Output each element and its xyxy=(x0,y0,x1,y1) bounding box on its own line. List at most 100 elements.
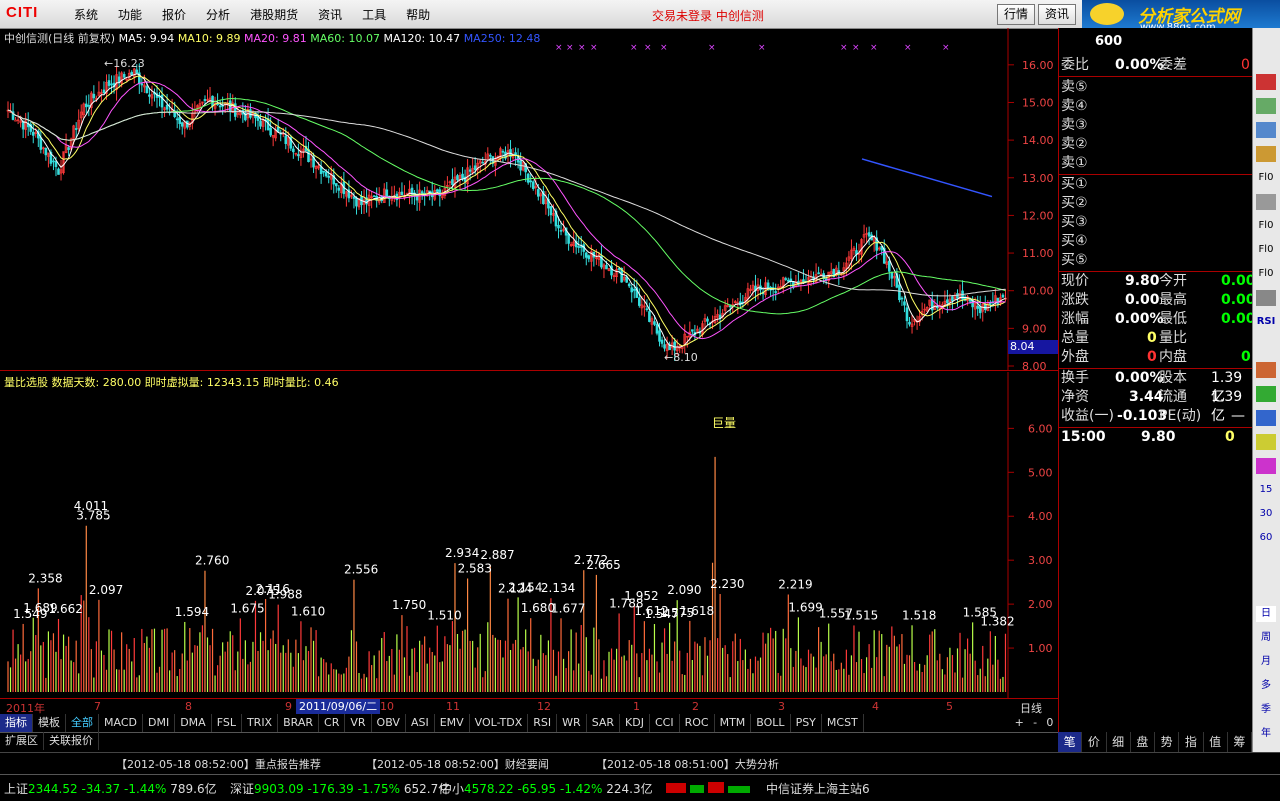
list-icon[interactable] xyxy=(1256,122,1276,138)
tab-price[interactable]: 价 xyxy=(1082,732,1107,752)
f10-button[interactable]: Fl0 xyxy=(1256,170,1276,186)
sell4-row[interactable]: 卖④ xyxy=(1061,97,1251,116)
volume-ratio-canvas[interactable]: 1.5491.6892.3581.6624.0113.7852.0971.594… xyxy=(0,372,1058,698)
tab-index[interactable]: 指 xyxy=(1179,732,1204,752)
sell3-row[interactable]: 卖③ xyxy=(1061,116,1251,135)
login-status[interactable]: 交易未登录 中创信测 xyxy=(652,7,764,24)
tab-boll[interactable]: BOLL xyxy=(751,714,791,732)
grid-icon[interactable] xyxy=(1256,146,1276,162)
news-item[interactable]: 【2012-05-18 08:51:00】大势分析 xyxy=(596,756,779,772)
menu-quote[interactable]: 报价 xyxy=(162,6,186,24)
tab-all[interactable]: 全部 xyxy=(66,714,99,732)
menu-system[interactable]: 系统 xyxy=(74,6,98,24)
tab-roc[interactable]: ROC xyxy=(680,714,715,732)
tool-icon[interactable] xyxy=(1256,410,1276,426)
f10-button[interactable]: Fl0 xyxy=(1256,218,1276,234)
buy3-row[interactable]: 买③ xyxy=(1061,213,1251,232)
price-chart[interactable]: × × × × × × × × × × × × × × 16.00 15.00 14.00 13.00 12.00… xyxy=(0,28,1060,371)
tab-dmi[interactable]: DMI xyxy=(143,714,176,732)
zoom-reset-button[interactable]: 0 xyxy=(1046,714,1053,732)
tab-brar[interactable]: BRAR xyxy=(278,714,320,732)
chart-icon[interactable] xyxy=(1256,74,1276,90)
tool-icon[interactable] xyxy=(1256,434,1276,450)
tool-icon[interactable] xyxy=(1256,362,1276,378)
candle-body xyxy=(337,187,341,191)
tab-orderbook[interactable]: 盘 xyxy=(1131,732,1155,752)
stat2-row: 净资 3.44 流通 1.39亿 xyxy=(1061,389,1243,424)
menu-info[interactable]: 资讯 xyxy=(318,6,342,24)
period-multi-button[interactable]: 多 xyxy=(1256,678,1276,694)
tab-indicator[interactable]: 指标 xyxy=(0,714,33,732)
tab-psy[interactable]: PSY xyxy=(791,714,822,732)
tab-extension[interactable]: 扩展区 xyxy=(0,732,44,750)
sz-index[interactable]: 深证9903.09 -176.39 -1.75% 652.7亿 xyxy=(230,780,450,797)
tab-kdj[interactable]: KDJ xyxy=(620,714,650,732)
tab-sar[interactable]: SAR xyxy=(587,714,621,732)
period-year-button[interactable]: 年 xyxy=(1256,726,1276,742)
price-chart-canvas[interactable]: × × × × × × × × × × × × × × 16.0015.0014.0013.0012.00… xyxy=(0,28,1058,370)
menu-tools[interactable]: 工具 xyxy=(362,6,386,24)
menu-function[interactable]: 功能 xyxy=(118,6,142,24)
count-30-button[interactable]: 30 xyxy=(1256,506,1276,522)
tab-related-quotes[interactable]: 关联报价 xyxy=(44,732,99,750)
zoom-out-button[interactable]: - xyxy=(1033,714,1037,732)
tab-vr[interactable]: VR xyxy=(345,714,372,732)
news-item[interactable]: 【2012-05-18 08:52:00】重点报告推荐 xyxy=(116,756,321,772)
tab-mcst[interactable]: MCST xyxy=(822,714,864,732)
tool-icon[interactable] xyxy=(1256,386,1276,402)
tab-dma[interactable]: DMA xyxy=(175,714,212,732)
tool-icon[interactable] xyxy=(1256,458,1276,474)
sme-index[interactable]: 中小4578.22 -65.95 -1.42% 224.3亿 xyxy=(440,780,653,797)
tab-trend[interactable]: 势 xyxy=(1155,732,1180,752)
buy5-row[interactable]: 买⑤ xyxy=(1061,251,1251,270)
tab-detail[interactable]: 细 xyxy=(1107,732,1131,752)
period-day-button[interactable]: 日 xyxy=(1256,606,1276,622)
news-item[interactable]: 【2012-05-18 08:52:00】财经要闻 xyxy=(366,756,549,772)
candle-body xyxy=(352,196,356,199)
tab-template[interactable]: 模板 xyxy=(33,714,66,732)
sell1-row[interactable]: 卖① xyxy=(1061,154,1251,173)
tab-value[interactable]: 值 xyxy=(1204,732,1228,752)
rsi-button[interactable]: RSI xyxy=(1256,314,1276,330)
menu-help[interactable]: 帮助 xyxy=(406,6,430,24)
period-quarter-button[interactable]: 季 xyxy=(1256,702,1276,718)
volume-ratio-chart[interactable]: 1.549 1.689 2.358 1.662 4.011 3.785 2.097 1.594… xyxy=(0,372,1058,698)
tab-rsi[interactable]: RSI xyxy=(528,714,558,732)
news-button[interactable]: 资讯 xyxy=(1038,4,1076,25)
tab-fsl[interactable]: FSL xyxy=(212,714,242,732)
count-15-button[interactable]: 15 xyxy=(1256,482,1276,498)
tab-wr[interactable]: WR xyxy=(557,714,587,732)
tab-emv[interactable]: EMV xyxy=(435,714,470,732)
menu-analysis[interactable]: 分析 xyxy=(206,6,230,24)
tab-cci[interactable]: CCI xyxy=(650,714,680,732)
count-60-button[interactable]: 60 xyxy=(1256,530,1276,546)
tab-ticks[interactable]: 笔 xyxy=(1058,732,1083,752)
buy4-row[interactable]: 买④ xyxy=(1061,232,1251,251)
buy1-row[interactable]: 买① xyxy=(1061,175,1251,194)
tab-cr[interactable]: CR xyxy=(319,714,346,732)
server-name[interactable]: 中信证券上海主站6 xyxy=(766,780,870,797)
period-month-button[interactable]: 月 xyxy=(1256,654,1276,670)
f10-button[interactable]: Fl0 xyxy=(1256,242,1276,258)
tab-asi[interactable]: ASI xyxy=(406,714,435,732)
tab-trix[interactable]: TRIX xyxy=(242,714,279,732)
tab-mtm[interactable]: MTM xyxy=(715,714,752,732)
tab-chips[interactable]: 筹 xyxy=(1228,732,1252,752)
sell2-row[interactable]: 卖② xyxy=(1061,135,1251,154)
buy2-row[interactable]: 买② xyxy=(1061,194,1251,213)
doc-icon[interactable] xyxy=(1256,194,1276,210)
tab-vol-tdx[interactable]: VOL-TDX xyxy=(470,714,529,732)
tab-obv[interactable]: OBV xyxy=(372,714,406,732)
tab-macd[interactable]: MACD xyxy=(99,714,143,732)
menu-hk-futures[interactable]: 港股期货 xyxy=(250,6,298,24)
candle-icon[interactable] xyxy=(1256,98,1276,114)
quote-button[interactable]: 行情 xyxy=(997,4,1035,25)
zoom-in-button[interactable]: + xyxy=(1015,714,1024,732)
candle-body xyxy=(74,128,78,130)
f10-button[interactable]: Fl0 xyxy=(1256,266,1276,282)
period-week-button[interactable]: 周 xyxy=(1256,630,1276,646)
axis-label-month: 11 xyxy=(446,700,460,713)
sh-index[interactable]: 上证2344.52 -34.37 -1.44% 789.6亿 xyxy=(4,780,217,797)
settings-icon[interactable] xyxy=(1256,290,1276,306)
sell5-row[interactable]: 卖⑤ xyxy=(1061,78,1251,97)
